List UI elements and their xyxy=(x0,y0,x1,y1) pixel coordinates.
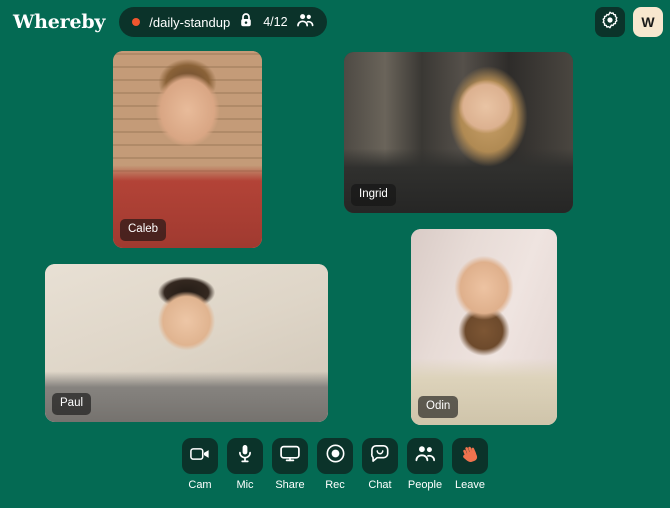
room-info-pill[interactable]: /daily-standup 4/12 xyxy=(119,7,327,37)
microphone-icon xyxy=(238,444,252,468)
chat-label: Chat xyxy=(368,479,392,491)
leave-label: Leave xyxy=(455,479,485,491)
cam-label: Cam xyxy=(188,479,212,491)
chat-bubble-icon xyxy=(370,444,390,468)
gear-icon xyxy=(601,11,619,34)
avatar-initial-label: W xyxy=(641,14,655,30)
people-icon xyxy=(296,13,314,32)
rec-label: Rec xyxy=(325,479,345,491)
record-icon xyxy=(326,444,345,468)
participant-name-badge: Ingrid xyxy=(351,183,396,206)
share-button[interactable]: Share xyxy=(272,438,308,491)
room-name-label: /daily-standup xyxy=(149,14,231,30)
video-tile-paul[interactable]: Paul xyxy=(45,264,328,422)
video-tile-ingrid[interactable]: Ingrid xyxy=(344,52,573,213)
lock-icon xyxy=(239,12,253,33)
video-grid: Caleb Ingrid Paul Odin xyxy=(0,44,670,438)
rec-button[interactable]: Rec xyxy=(317,438,353,491)
screen-share-icon xyxy=(280,445,300,467)
chat-button[interactable]: Chat xyxy=(362,438,398,491)
app-header: Whereby /daily-standup 4/12 W xyxy=(0,0,670,44)
video-tile-odin[interactable]: Odin xyxy=(411,229,557,425)
leave-button[interactable]: Leave xyxy=(452,438,488,491)
cam-button-surface[interactable] xyxy=(182,438,218,474)
people-label: People xyxy=(407,479,443,491)
user-avatar-button[interactable]: W xyxy=(633,7,663,37)
mic-button-surface[interactable] xyxy=(227,438,263,474)
participant-name-badge: Paul xyxy=(52,392,92,415)
chat-button-surface[interactable] xyxy=(362,438,398,474)
waving-hand-icon xyxy=(460,444,480,469)
people-button[interactable]: People xyxy=(407,438,443,491)
video-tile-caleb[interactable]: Caleb xyxy=(113,51,262,248)
settings-button[interactable] xyxy=(595,7,625,37)
cam-button[interactable]: Cam xyxy=(182,438,218,491)
whereby-logo: Whereby xyxy=(13,11,106,33)
leave-button-surface[interactable] xyxy=(452,438,488,474)
rec-button-surface[interactable] xyxy=(317,438,353,474)
camera-icon xyxy=(190,447,210,466)
participant-name-badge: Odin xyxy=(418,395,459,418)
participant-name-badge: Caleb xyxy=(120,218,167,241)
call-controls-toolbar: Cam Mic Share Rec Chat People Leave xyxy=(0,438,670,500)
participant-count-label: 4/12 xyxy=(263,15,288,29)
mic-button[interactable]: Mic xyxy=(227,438,263,491)
share-label: Share xyxy=(275,479,305,491)
recording-dot-icon xyxy=(132,18,141,26)
share-button-surface[interactable] xyxy=(272,438,308,474)
mic-label: Mic xyxy=(236,479,254,491)
people-button-surface[interactable] xyxy=(407,438,443,474)
people-icon xyxy=(415,445,436,467)
